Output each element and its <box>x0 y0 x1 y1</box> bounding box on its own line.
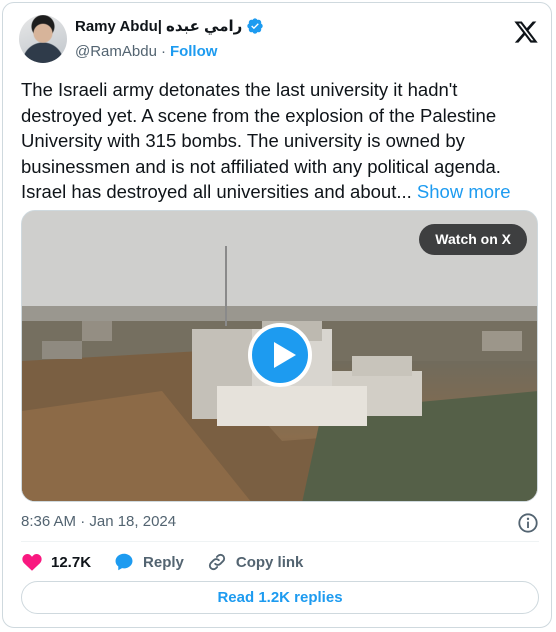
tweet-timestamp[interactable]: 8:36 AM · Jan 18, 2024 <box>21 513 176 530</box>
handle-row: @RamAbdu · Follow <box>75 43 217 60</box>
handle-separator: · <box>160 43 166 60</box>
divider <box>21 541 539 542</box>
copy-link-button[interactable]: Copy link <box>206 551 304 573</box>
follow-button[interactable]: Follow <box>170 43 218 60</box>
x-logo-icon[interactable] <box>513 19 539 45</box>
author-name[interactable]: Ramy Abdu| <box>75 18 162 35</box>
heart-icon <box>22 554 42 571</box>
tweet-header: Ramy Abdu| رامي عبده @RamAbdu · Follow <box>19 15 539 63</box>
verified-badge-icon <box>247 18 263 34</box>
tweet-text: The Israeli army detonates the last univ… <box>21 77 539 205</box>
show-more-link[interactable]: Show more <box>417 181 511 202</box>
read-replies-button[interactable]: Read 1.2K replies <box>21 581 539 614</box>
info-icon[interactable] <box>517 512 539 534</box>
tweet-card: Ramy Abdu| رامي عبده @RamAbdu · Follow T… <box>2 2 552 628</box>
author-name-arabic[interactable]: رامي عبده <box>166 17 242 35</box>
author-name-row[interactable]: Ramy Abdu| رامي عبده <box>75 17 264 35</box>
action-bar: 12.7K Reply Copy link <box>21 549 325 575</box>
like-count: 12.7K <box>51 553 92 571</box>
copy-link-label: Copy link <box>235 553 304 571</box>
tweet-meta: 8:36 AM · Jan 18, 2024 <box>21 512 539 534</box>
reply-button[interactable]: Reply <box>113 551 184 573</box>
author-avatar[interactable] <box>19 15 67 63</box>
like-button[interactable]: 12.7K <box>21 551 91 573</box>
video-player[interactable]: Watch on X <box>21 210 538 502</box>
reply-label: Reply <box>143 553 184 571</box>
author-handle[interactable]: @RamAbdu <box>75 43 157 60</box>
reply-bubble-icon <box>115 553 133 571</box>
link-icon <box>208 553 225 571</box>
play-icon[interactable] <box>248 323 312 387</box>
watch-on-x-button[interactable]: Watch on X <box>419 224 527 255</box>
